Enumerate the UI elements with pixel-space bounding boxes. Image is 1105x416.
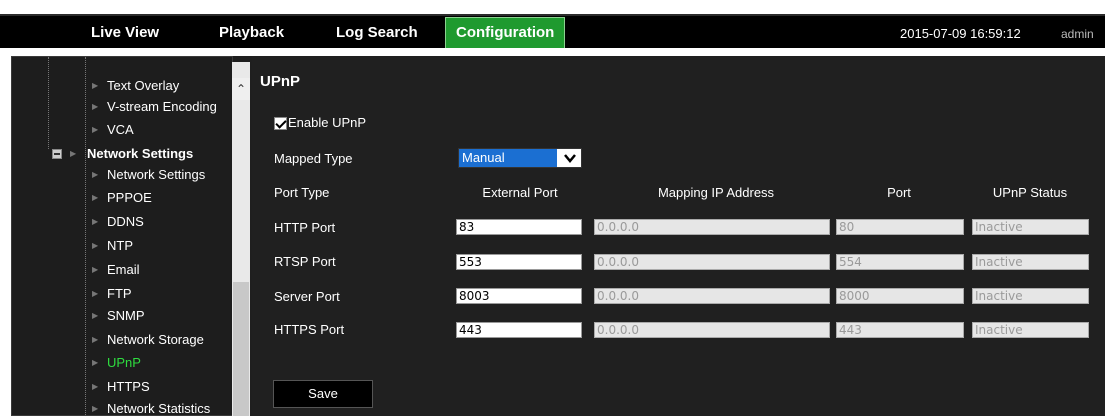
- sidebar-item-text-overlay[interactable]: ▶ Text Overlay: [12, 76, 222, 96]
- sidebar-item-pppoe[interactable]: ▶ PPPOE: [12, 188, 222, 208]
- upnp-status-field: Inactive: [972, 288, 1089, 304]
- port-field: 443: [836, 322, 964, 338]
- tree-arrow-icon: ▶: [92, 335, 99, 344]
- header-upnp-status: UPnP Status: [992, 185, 1068, 200]
- tree-arrow-icon: ▶: [92, 217, 99, 226]
- scroll-up-icon[interactable]: ⌃: [232, 78, 250, 100]
- top-nav-bar: Live View Playback Log Search Configurat…: [0, 14, 1105, 50]
- port-field: 8000: [836, 288, 964, 304]
- port-field: 554: [836, 254, 964, 270]
- header-mapping-ip: Mapping IP Address: [657, 185, 775, 200]
- sidebar-item-email[interactable]: ▶ Email: [12, 260, 222, 280]
- enable-upnp-checkbox[interactable]: [274, 117, 287, 130]
- port-field: 80: [836, 219, 964, 235]
- scrollbar-thumb[interactable]: [233, 282, 249, 416]
- tree-arrow-icon: ▶: [92, 404, 99, 413]
- datetime-display: 2015-07-09 16:59:12: [900, 26, 1021, 41]
- nav-spacer: [0, 48, 1105, 56]
- collapse-icon[interactable]: [52, 149, 62, 159]
- header-external-port: External Port: [482, 185, 558, 200]
- tree-arrow-icon: ▶: [92, 81, 99, 90]
- sidebar-item-network-settings-parent[interactable]: ▶ Network Settings: [12, 144, 222, 164]
- external-port-field[interactable]: 443: [456, 322, 582, 338]
- row-port-type: Server Port: [274, 289, 340, 304]
- sidebar-item-upnp[interactable]: ▶ UPnP: [12, 353, 222, 373]
- tree-arrow-icon: ▶: [92, 193, 99, 202]
- tab-live-view[interactable]: Live View: [91, 16, 159, 50]
- upnp-status-field: Inactive: [972, 254, 1089, 270]
- tree-arrow-icon: ▶: [92, 311, 99, 320]
- tree-arrow-icon: ▶: [92, 358, 99, 367]
- sidebar-item-network-statistics[interactable]: ▶ Network Statistics: [12, 399, 222, 416]
- mapping-ip-field: 0.0.0.0: [594, 322, 830, 338]
- sidebar-item-ftp[interactable]: ▶ FTP: [12, 284, 222, 304]
- sidebar-item-https[interactable]: ▶ HTTPS: [12, 377, 222, 397]
- tree-arrow-icon: ▶: [70, 149, 77, 158]
- tree-arrow-icon: ▶: [92, 289, 99, 298]
- sidebar-item-ddns[interactable]: ▶ DDNS: [12, 212, 222, 232]
- user-name[interactable]: admin: [1061, 16, 1094, 50]
- tab-configuration[interactable]: Configuration: [445, 17, 566, 49]
- sidebar-tree: ▶ Text Overlay ▶ V-stream Encoding ▶ VCA…: [11, 56, 233, 416]
- mapped-type-label: Mapped Type: [274, 151, 353, 166]
- upnp-status-field: Inactive: [972, 322, 1089, 338]
- row-port-type: RTSP Port: [274, 254, 336, 269]
- chevron-down-icon: [564, 154, 576, 163]
- sidebar-item-network-settings[interactable]: ▶ Network Settings: [12, 165, 222, 185]
- tab-playback[interactable]: Playback: [219, 16, 284, 50]
- save-button[interactable]: Save: [273, 380, 373, 408]
- row-port-type: HTTP Port: [274, 220, 336, 235]
- mapped-type-value: Manual: [459, 149, 557, 167]
- external-port-field[interactable]: 553: [456, 254, 582, 270]
- sidebar-item-snmp[interactable]: ▶ SNMP: [12, 306, 222, 326]
- page-title: UPnP: [260, 73, 301, 90]
- tree-arrow-icon: ▶: [92, 102, 99, 111]
- mapping-ip-field: 0.0.0.0: [594, 288, 830, 304]
- sidebar-item-vca[interactable]: ▶ VCA: [12, 120, 222, 140]
- mapped-type-select[interactable]: Manual: [458, 148, 582, 168]
- sidebar-item-network-storage[interactable]: ▶ Network Storage: [12, 330, 222, 350]
- tree-arrow-icon: ▶: [92, 241, 99, 250]
- header-port: Port: [887, 185, 911, 200]
- header-port-type: Port Type: [274, 185, 330, 200]
- upnp-status-field: Inactive: [972, 219, 1089, 235]
- tree-arrow-icon: ▶: [92, 170, 99, 179]
- upnp-panel: [252, 56, 1105, 416]
- mapping-ip-field: 0.0.0.0: [594, 254, 830, 270]
- external-port-field[interactable]: 8003: [456, 288, 582, 304]
- enable-upnp-label: Enable UPnP: [288, 115, 367, 130]
- tab-log-search[interactable]: Log Search: [336, 16, 418, 50]
- tree-arrow-icon: ▶: [92, 265, 99, 274]
- sidebar-item-ntp[interactable]: ▶ NTP: [12, 236, 222, 256]
- tree-arrow-icon: ▶: [92, 382, 99, 391]
- tree-arrow-icon: ▶: [92, 125, 99, 134]
- external-port-field[interactable]: 83: [456, 219, 582, 235]
- row-port-type: HTTPS Port: [274, 322, 345, 337]
- mapping-ip-field: 0.0.0.0: [594, 219, 830, 235]
